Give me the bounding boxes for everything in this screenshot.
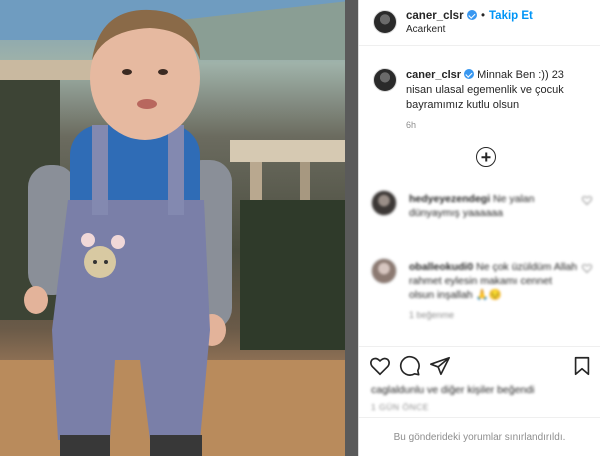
post-time: 6h	[406, 120, 417, 130]
post-header: caner_clsr • Takip Et Acarkent	[359, 0, 600, 46]
comments-restricted-notice: Bu gönderideki yorumlar sınırlandırıldı.	[359, 417, 600, 456]
post-side-panel: caner_clsr • Takip Et Acarkent caner_cls…	[359, 0, 600, 456]
post-date[interactable]: 1 GÜN ÖNCE	[371, 402, 429, 412]
add-comment-icon[interactable]	[476, 147, 496, 167]
caption-avatar[interactable]	[373, 68, 397, 92]
comment-text-block: oballeokudi0 Ne çok üzüldüm Allah rahmet…	[409, 260, 579, 302]
verified-icon	[466, 10, 477, 20]
post-location[interactable]: Acarkent	[406, 24, 445, 35]
bookmark-icon[interactable]	[571, 355, 593, 377]
caption-username[interactable]: caner_clsr	[406, 69, 461, 81]
child-photo-illustration	[0, 0, 358, 456]
author-username[interactable]: caner_clsr	[406, 10, 477, 22]
comment-icon[interactable]	[399, 355, 421, 377]
comment-avatar[interactable]	[371, 258, 397, 284]
comment-username[interactable]: hedyeyezendegi	[409, 193, 490, 205]
follow-button[interactable]: Takip Et	[489, 10, 533, 22]
comment-username[interactable]: oballeokudi0	[409, 261, 473, 273]
heart-icon[interactable]	[369, 355, 391, 377]
post-caption: caner_clsr Minnak Ben :)) 23 nisan ulasa…	[406, 68, 592, 113]
author-avatar[interactable]	[373, 10, 397, 34]
share-icon[interactable]	[429, 355, 451, 377]
author-username-text[interactable]: caner_clsr	[406, 10, 464, 22]
post-actions: caglaldunlu ve diğer kişiler beğendi 1 G…	[359, 346, 600, 456]
caption-verified-icon	[464, 69, 475, 79]
likes-summary[interactable]: caglaldunlu ve diğer kişiler beğendi	[371, 384, 534, 396]
header-separator: •	[481, 10, 486, 22]
comment-like-icon[interactable]	[582, 196, 592, 205]
comment-avatar[interactable]	[371, 190, 397, 216]
post-photo[interactable]	[0, 0, 358, 456]
comment-likes[interactable]: 1 beğenme	[409, 310, 454, 320]
comment-text-block: hedyeyezendegi Ne yalan dünyaymış yaaaaa…	[409, 192, 579, 220]
comment-like-icon[interactable]	[582, 264, 592, 273]
